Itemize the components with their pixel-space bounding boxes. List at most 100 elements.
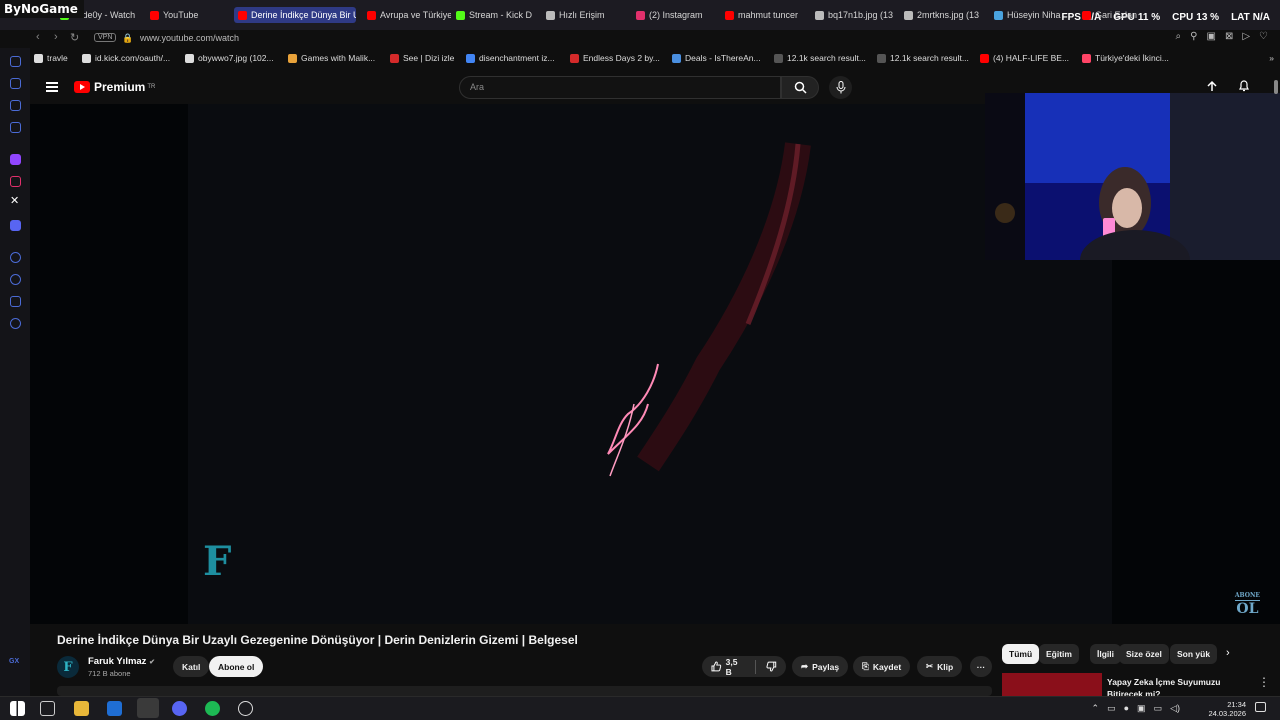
- bookmark-item[interactable]: Games with Malik...: [288, 53, 375, 63]
- search-button[interactable]: [781, 76, 819, 99]
- browser-tab[interactable]: Hızlı Erişim: [546, 7, 605, 23]
- bookmark-item[interactable]: Endless Days 2 by...: [570, 53, 660, 63]
- discord-taskbar-icon[interactable]: [172, 701, 187, 716]
- task-view-icon[interactable]: [40, 701, 55, 716]
- bookmark-item[interactable]: 12.1k search result...: [877, 53, 969, 63]
- join-button[interactable]: Katıl: [173, 656, 210, 677]
- forward-icon[interactable]: ›: [54, 31, 58, 43]
- opera-gx-icon[interactable]: [137, 698, 159, 718]
- pin-icon[interactable]: ⚲: [1190, 31, 1197, 42]
- dislike-icon[interactable]: [766, 661, 777, 672]
- recommended-more-icon[interactable]: ⋮: [1258, 675, 1270, 689]
- start-icon[interactable]: [10, 701, 25, 716]
- like-divider: [755, 659, 757, 674]
- bookmark-item[interactable]: disenchantment iz...: [466, 53, 555, 63]
- bookmark-item[interactable]: obywwo7.jpg (102...: [185, 53, 274, 63]
- bookmark-item[interactable]: Deals - IsThereAn...: [672, 53, 761, 63]
- history-icon[interactable]: [10, 274, 21, 285]
- browser-tab[interactable]: YouTube: [150, 7, 198, 23]
- bag-icon[interactable]: [10, 78, 21, 89]
- browser-tab[interactable]: Derine İndikçe Dünya Bir Uzaylı: [234, 7, 356, 23]
- display-icon[interactable]: ▣: [1137, 703, 1146, 714]
- zoom-icon[interactable]: ⌕: [1176, 31, 1182, 42]
- tray-app-icon[interactable]: ▭: [1107, 703, 1116, 714]
- notifications-icon[interactable]: [1238, 80, 1250, 92]
- filter-chip[interactable]: Tümü: [1002, 644, 1040, 664]
- instagram-icon[interactable]: [10, 176, 21, 187]
- bookmark-item[interactable]: 12.1k search result...: [774, 53, 866, 63]
- tray-chevron-icon[interactable]: ⌃: [1092, 703, 1100, 714]
- browser-tab[interactable]: mahmut tuncer: [725, 7, 798, 23]
- filter-chip[interactable]: Eğitim: [1039, 644, 1079, 664]
- browser-tab[interactable]: bq17n1b.jpg (13: [815, 7, 893, 23]
- player-icon[interactable]: [10, 252, 21, 263]
- tab-label: mahmut tuncer: [738, 10, 799, 20]
- youtube-logo[interactable]: Premium TR: [74, 80, 155, 94]
- reload-icon[interactable]: ↻: [70, 31, 79, 44]
- browser-tab[interactable]: Gari Ezlan: [1082, 7, 1137, 23]
- share-button[interactable]: ➦ Paylaş: [792, 656, 849, 677]
- description-box[interactable]: [57, 686, 992, 696]
- browser-tab[interactable]: Avrupa ve Türkiye: [367, 7, 451, 23]
- gx-icon[interactable]: GX: [9, 658, 19, 665]
- app-icon[interactable]: [238, 701, 253, 716]
- bookmark-icon[interactable]: ♡: [1259, 31, 1268, 42]
- bookmark-favicon-icon: [34, 53, 43, 63]
- twitch-icon[interactable]: [10, 154, 21, 165]
- bookmarks-more-icon[interactable]: »: [1269, 53, 1274, 63]
- microphone-tray-icon[interactable]: ●: [1124, 703, 1129, 714]
- channel-avatar[interactable]: F: [57, 656, 79, 678]
- tab-favicon-icon: [994, 10, 1003, 20]
- bookmark-item[interactable]: travle: [34, 53, 68, 63]
- search-input[interactable]: Ara: [459, 76, 781, 99]
- save-button[interactable]: ⎘ Kaydet: [853, 656, 911, 677]
- snapshot-icon[interactable]: ▣: [1206, 31, 1215, 42]
- player-icon[interactable]: ▷: [1242, 31, 1250, 42]
- filter-chip[interactable]: İlgili: [1090, 644, 1121, 664]
- back-icon[interactable]: ‹: [36, 31, 40, 43]
- filter-chip[interactable]: Size özel: [1119, 644, 1169, 664]
- subscribe-button[interactable]: Abone ol: [209, 656, 264, 677]
- bookmark-item[interactable]: (4) HALF-LIFE BE...: [980, 53, 1069, 63]
- bookmark-item[interactable]: id.kick.com/oauth/...: [82, 53, 170, 63]
- like-button[interactable]: 3,5 B: [711, 657, 745, 677]
- url-field[interactable]: www.youtube.com/watch: [140, 33, 239, 43]
- address-bar: ‹ › ↻ VPN 🔒 www.youtube.com/watch ⌕ ⚲ ▣ …: [30, 30, 1280, 48]
- chips-next-icon[interactable]: ›: [1226, 647, 1230, 659]
- spotify-icon[interactable]: [205, 701, 220, 716]
- messenger-icon[interactable]: [10, 122, 21, 133]
- bookmark-label: travle: [47, 53, 68, 63]
- subscribe-end-card[interactable]: ABONE OL: [1234, 592, 1260, 617]
- volume-icon[interactable]: ◁): [1170, 703, 1180, 714]
- clock[interactable]: 21:34 24.03.2026: [1208, 700, 1246, 718]
- clip-button[interactable]: ✂ Klip: [917, 656, 963, 677]
- file-explorer-icon[interactable]: [74, 701, 89, 716]
- notification-center-icon[interactable]: [1255, 702, 1266, 712]
- recommended-video[interactable]: Yapay Zeka İçme Suyumuzu Bitirecek mi? ⋮: [1002, 673, 1272, 699]
- vpn-badge[interactable]: VPN: [94, 33, 117, 42]
- speed-dial-icon[interactable]: [10, 56, 21, 67]
- browser-tab[interactable]: (2) Instagram: [636, 7, 703, 23]
- filter-chip[interactable]: Son yük: [1170, 644, 1218, 664]
- browser-tab[interactable]: 2mrtkns.jpg (13: [904, 7, 979, 23]
- network-icon[interactable]: ▭: [1154, 703, 1163, 714]
- settings-icon[interactable]: [10, 318, 21, 329]
- tab-icon[interactable]: [10, 100, 21, 111]
- more-actions-button[interactable]: ···: [970, 656, 992, 677]
- voice-search-button[interactable]: [829, 76, 852, 99]
- extension-icon[interactable]: ⊠: [1225, 31, 1233, 42]
- browser-tab[interactable]: Stream - Kick D: [456, 7, 532, 23]
- page-scrollbar[interactable]: [1274, 80, 1278, 94]
- upload-icon[interactable]: [1206, 80, 1218, 92]
- menu-icon[interactable]: [46, 82, 58, 92]
- bookmark-item[interactable]: See | Dizi izle: [390, 53, 454, 63]
- discord-icon[interactable]: [10, 220, 21, 231]
- channel-name[interactable]: Faruk Yılmaz ✔: [88, 656, 155, 667]
- bookmark-favicon-icon: [877, 53, 886, 63]
- store-icon[interactable]: [107, 701, 122, 716]
- recommended-thumbnail[interactable]: [1002, 673, 1102, 697]
- browser-tab[interactable]: Hüseyin Niha: [994, 7, 1061, 23]
- x-icon[interactable]: ✕: [10, 194, 19, 207]
- bookmark-item[interactable]: Türkiye'deki İkinci...: [1082, 53, 1169, 63]
- extensions-icon[interactable]: [10, 296, 21, 307]
